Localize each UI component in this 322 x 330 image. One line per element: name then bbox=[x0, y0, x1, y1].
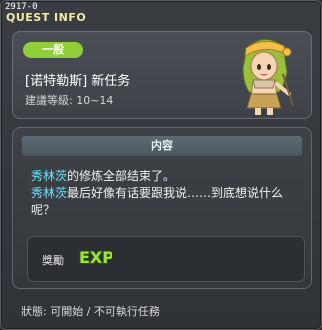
category-badge: 一般 bbox=[23, 42, 83, 58]
exp-icon[interactable]: EXP bbox=[78, 245, 112, 269]
quest-status: 狀態: 可開始 / 不可執行任務 bbox=[21, 305, 160, 318]
quest-content-panel: 内容 秀林茨的修炼全部结束了。 秀林茨最后好像有话要跟我说……到底想说什么呢？ … bbox=[12, 127, 312, 289]
npc-name-highlight: 秀林茨 bbox=[31, 169, 68, 183]
quest-level: 建議等級: 10~14 bbox=[25, 94, 114, 107]
description-line: 秀林茨的修炼全部结束了。 bbox=[31, 168, 301, 185]
reward-box: 獎勵 EXP bbox=[27, 236, 305, 282]
window-title: QUEST INFO bbox=[6, 11, 87, 24]
quest-name: [诺特勒斯] 新任务 bbox=[25, 74, 131, 89]
quest-info-window: 2917-0 QUEST INFO 一般 [诺特勒斯] 新任务 建議等級: 10… bbox=[0, 0, 322, 330]
quest-header-panel: 一般 [诺特勒斯] 新任务 建議等級: 10~14 bbox=[12, 31, 312, 119]
content-title: 内容 bbox=[22, 136, 302, 156]
reward-label: 獎勵 bbox=[42, 254, 64, 267]
description-line: 秀林茨最后好像有话要跟我说……到底想说什么呢？ bbox=[31, 185, 301, 219]
npc-portrait-icon bbox=[242, 39, 294, 115]
exp-text: EXP bbox=[79, 248, 112, 267]
npc-name-highlight: 秀林茨 bbox=[31, 186, 68, 200]
description-text: 最后好像有话要跟我说……到底想说什么呢？ bbox=[31, 186, 284, 217]
description-text: 的修炼全部结束了。 bbox=[67, 169, 176, 183]
quest-description: 秀林茨的修炼全部结束了。 秀林茨最后好像有话要跟我说……到底想说什么呢？ bbox=[31, 168, 301, 219]
